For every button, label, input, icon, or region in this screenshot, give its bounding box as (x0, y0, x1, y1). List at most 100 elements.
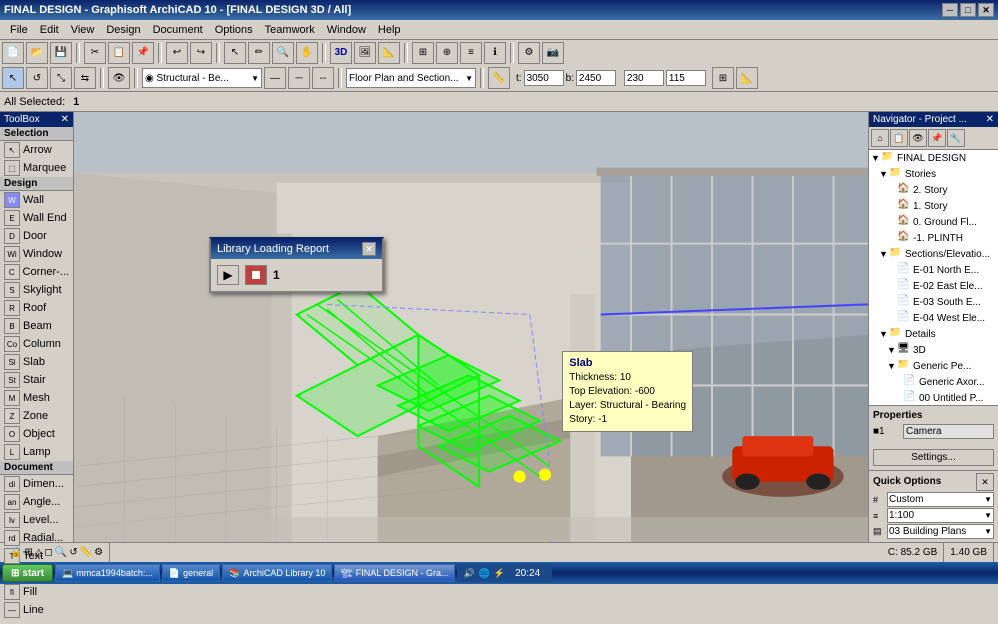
layer-combo[interactable]: ◉ Structural - Be... ▼ (142, 68, 262, 88)
tool-angle[interactable]: an Angle... (0, 493, 73, 511)
start-button[interactable]: ⊞ start (2, 564, 53, 582)
tool-beam[interactable]: B Beam (0, 317, 73, 335)
qo-combo-plans[interactable]: 03 Building Plans ▼ (887, 524, 994, 539)
maximize-button[interactable]: □ (960, 3, 976, 17)
menu-window[interactable]: Window (321, 22, 372, 38)
tool-roof[interactable]: R Roof (0, 299, 73, 317)
tb-draw[interactable]: ✏ (248, 42, 270, 64)
tb-camera[interactable]: 📷 (542, 42, 564, 64)
tb-mirror[interactable]: ⇆ (74, 67, 96, 89)
tree-item-13[interactable]: ▼ 📁 Generic Pe... (869, 358, 998, 374)
nav-btn-1[interactable]: ⌂ (871, 129, 889, 147)
tree-item-11[interactable]: ▼ 📁 Details (869, 326, 998, 342)
tree-item-10[interactable]: 📄 E-04 West Ele... (869, 310, 998, 326)
quick-options-close[interactable]: ✕ (976, 473, 994, 491)
tb-dash1[interactable]: — (264, 67, 286, 89)
navigator-close[interactable]: ✕ (986, 114, 994, 125)
tree-item-14[interactable]: 📄 Generic Axor... (869, 374, 998, 390)
tool-zone[interactable]: Z Zone (0, 407, 73, 425)
tree-item-3[interactable]: 🏠 1. Story (869, 198, 998, 214)
menu-edit[interactable]: Edit (34, 22, 65, 38)
tb-grid[interactable]: ⊞ (412, 42, 434, 64)
tb-select[interactable]: ↖ (224, 42, 246, 64)
library-stop-button[interactable] (245, 265, 267, 285)
tb-pan[interactable]: ✋ (296, 42, 318, 64)
close-button[interactable]: ✕ (978, 3, 994, 17)
tree-item-4[interactable]: 🏠 0. Ground Fl... (869, 214, 998, 230)
library-play-button[interactable]: ▶ (217, 265, 239, 285)
navigator-tree[interactable]: ▼ 📁 FINAL DESIGN ▼ 📁 Stories 🏠 2. Story … (869, 150, 998, 405)
menu-help[interactable]: Help (372, 22, 407, 38)
taskbar-item-0[interactable]: 💻 mmca1994batch:... (55, 564, 160, 582)
toolbox-close[interactable]: ✕ (61, 114, 69, 125)
qo-combo-scale[interactable]: 1:100 ▼ (887, 508, 994, 523)
tb-copy[interactable]: 📋 (108, 42, 130, 64)
library-dialog-close[interactable]: ✕ (362, 242, 376, 256)
tb-zoom[interactable]: 🔍 (272, 42, 294, 64)
viewport[interactable]: Library Loading Report ✕ ▶ 1 Slab Thickn… (74, 112, 868, 542)
tb-eye[interactable]: 👁 (108, 67, 130, 89)
library-dialog-header[interactable]: Library Loading Report ✕ (211, 239, 382, 259)
taskbar-item-2[interactable]: 📚 ArchiCAD Library 10 (222, 564, 332, 582)
tool-level[interactable]: lv Level... (0, 511, 73, 529)
t-value[interactable]: 3050 (524, 70, 564, 86)
tree-item-8[interactable]: 📄 E-02 East Ele... (869, 278, 998, 294)
tree-item-5[interactable]: 🏠 -1. PLINTH (869, 230, 998, 246)
tool-mesh[interactable]: M Mesh (0, 389, 73, 407)
tool-object[interactable]: O Object (0, 425, 73, 443)
tool-fill[interactable]: fi Fill (0, 583, 73, 601)
view-combo[interactable]: Floor Plan and Section... ▼ (346, 68, 476, 88)
b-value[interactable]: 2450 (576, 70, 616, 86)
tb-dash3[interactable]: -- (312, 67, 334, 89)
tool-line[interactable]: — Line (0, 601, 73, 619)
tool-stair[interactable]: St Stair (0, 371, 73, 389)
tb-section[interactable]: 📐 (378, 42, 400, 64)
tb-grid-btn[interactable]: ⊞ (712, 67, 734, 89)
tb-arrow[interactable]: ↖ (2, 67, 24, 89)
tool-lamp[interactable]: L Lamp (0, 443, 73, 461)
tree-item-0[interactable]: ▼ 📁 FINAL DESIGN (869, 150, 998, 166)
nav-btn-2[interactable]: 📋 (890, 129, 908, 147)
tb-new[interactable]: 📄 (2, 42, 24, 64)
menu-design[interactable]: Design (100, 22, 146, 38)
taskbar-item-3[interactable]: 🏗 FINAL DESIGN - Gra... (334, 564, 455, 582)
tree-item-15[interactable]: 📄 00 Untitled P... (869, 390, 998, 405)
tb-undo[interactable]: ↩ (166, 42, 188, 64)
tb-redo[interactable]: ↪ (190, 42, 212, 64)
menu-teamwork[interactable]: Teamwork (259, 22, 321, 38)
tool-arrow[interactable]: ↖ Arrow (0, 141, 73, 159)
tool-wall-end[interactable]: E Wall End (0, 209, 73, 227)
tb-save[interactable]: 💾 (50, 42, 72, 64)
tb-rotate[interactable]: ↺ (26, 67, 48, 89)
tb-3d[interactable]: 3D (330, 42, 352, 64)
qo-combo-custom[interactable]: Custom ▼ (887, 492, 994, 507)
tb-layer[interactable]: ≡ (460, 42, 482, 64)
tree-item-9[interactable]: 📄 E-03 South E... (869, 294, 998, 310)
tool-skylight[interactable]: S Skylight (0, 281, 73, 299)
menu-document[interactable]: Document (147, 22, 209, 38)
toolbox-section-document[interactable]: Document (0, 461, 73, 475)
tool-slab[interactable]: Sl Slab (0, 353, 73, 371)
tool-window[interactable]: Wi Window (0, 245, 73, 263)
menu-options[interactable]: Options (209, 22, 259, 38)
toolbox-section-selection[interactable]: Selection (0, 127, 73, 141)
settings-button[interactable]: Settings... (873, 449, 994, 466)
tree-item-6[interactable]: ▼ 📁 Sections/Elevatio... (869, 246, 998, 262)
tb-dash2[interactable]: ─ (288, 67, 310, 89)
nav-btn-4[interactable]: 📌 (928, 129, 946, 147)
tb-extra1[interactable]: 📐 (736, 67, 758, 89)
nav-btn-3[interactable]: 👁 (909, 129, 927, 147)
tool-marquee[interactable]: ⬚ Marquee (0, 159, 73, 177)
tb-render[interactable]: 🖼 (354, 42, 376, 64)
tb-info[interactable]: ℹ (484, 42, 506, 64)
tb-paste[interactable]: 📌 (132, 42, 154, 64)
tb-measure[interactable]: 📏 (488, 67, 510, 89)
menu-file[interactable]: File (4, 22, 34, 38)
tb-settings[interactable]: ⚙ (518, 42, 540, 64)
tb-snap[interactable]: ⊕ (436, 42, 458, 64)
taskbar-item-1[interactable]: 📄 general (162, 564, 220, 582)
minimize-button[interactable]: ─ (942, 3, 958, 17)
menu-view[interactable]: View (65, 22, 101, 38)
tb-open[interactable]: 📂 (26, 42, 48, 64)
tree-item-1[interactable]: ▼ 📁 Stories (869, 166, 998, 182)
